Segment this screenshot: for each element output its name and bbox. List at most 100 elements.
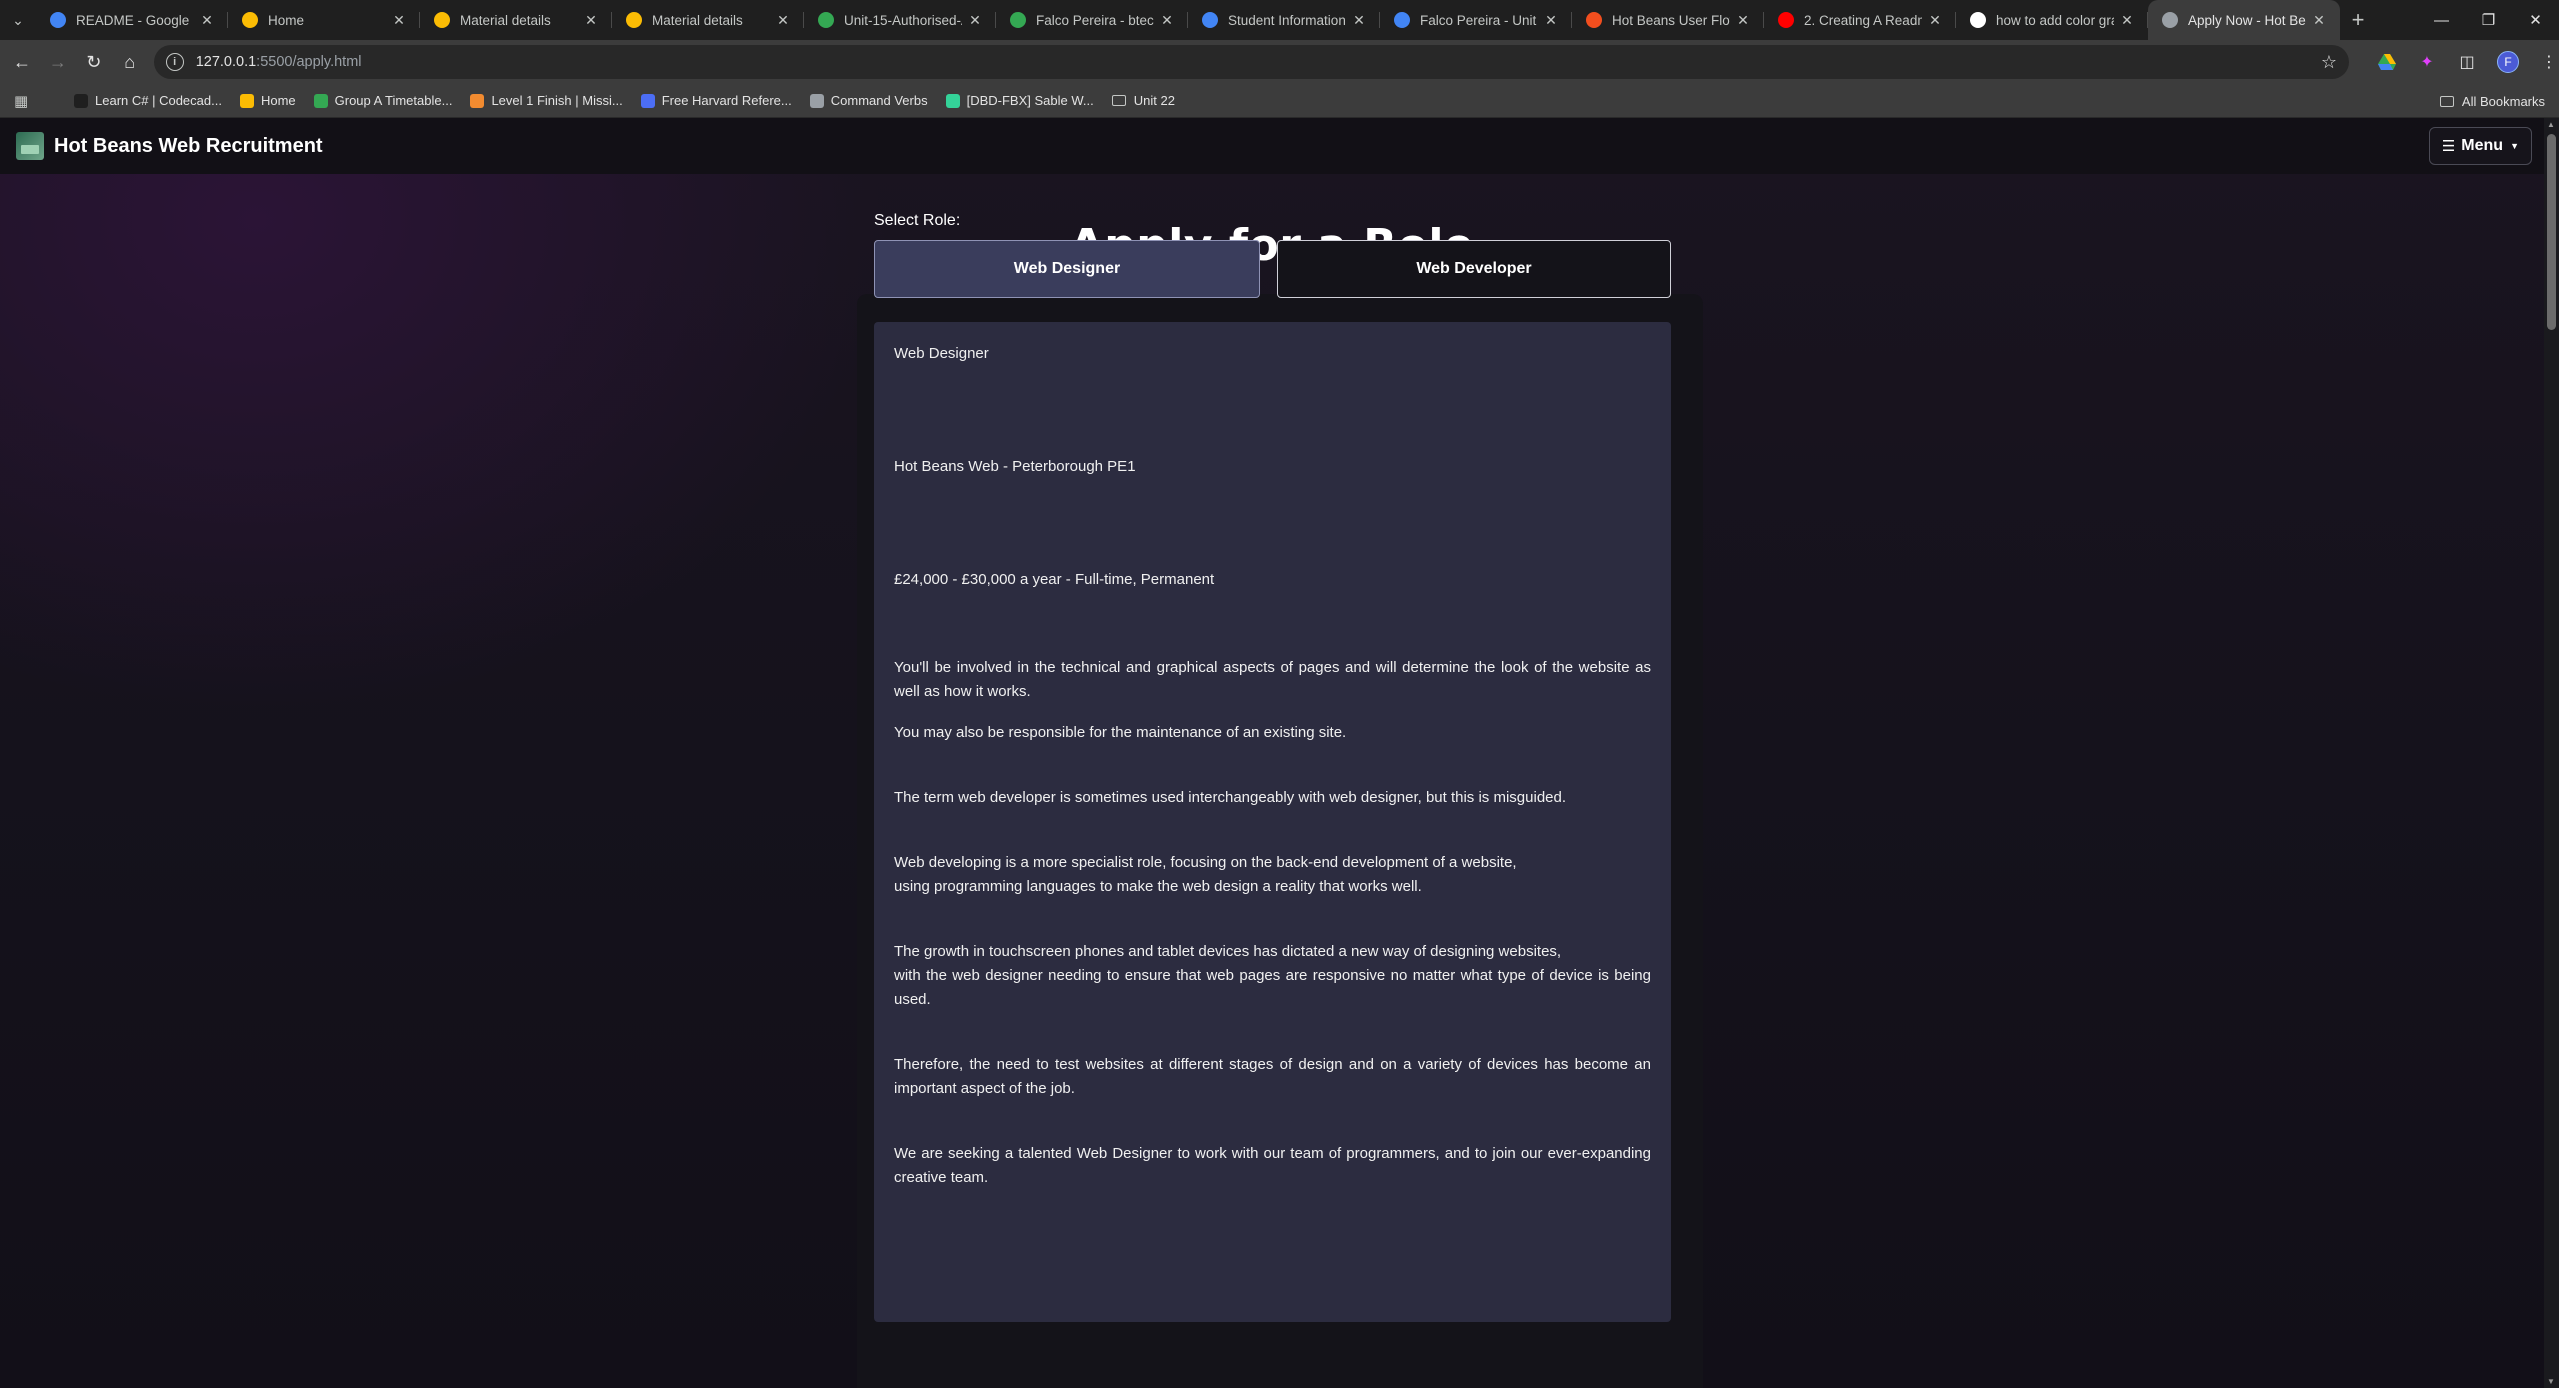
minimize-icon[interactable]: — bbox=[2418, 0, 2465, 40]
tab-close-icon[interactable]: ✕ bbox=[1734, 12, 1752, 29]
bookmark-item[interactable]: Home bbox=[239, 93, 296, 108]
address-bar[interactable]: i 127.0.0.1:5500/apply.html ☆ bbox=[153, 45, 2349, 79]
tab-favicon-icon bbox=[434, 12, 450, 28]
tab[interactable]: Material details ✕ bbox=[420, 0, 612, 40]
tab-list: README - Google Do✕Home✕Material details… bbox=[36, 0, 2340, 40]
bookmarks-bar: ▦ Learn C# | Codecad... Home Group A Timet… bbox=[0, 84, 2559, 118]
scrollbar-thumb[interactable] bbox=[2547, 134, 2556, 330]
close-window-icon[interactable]: ✕ bbox=[2512, 0, 2559, 40]
page-scrollbar[interactable]: ▲ ▼ bbox=[2544, 118, 2559, 1388]
back-arrow-icon[interactable]: ← bbox=[4, 44, 40, 80]
tab-title: Material details bbox=[652, 12, 743, 28]
tab[interactable]: Hot Beans User Flow -✕ bbox=[1572, 0, 1764, 40]
tab-title: Falco Pereira - Unit 15 bbox=[1420, 12, 1538, 28]
bookmark-favicon-icon bbox=[809, 93, 824, 108]
page-viewport: Hot Beans Web Recruitment ☰ Menu ▼ Apply… bbox=[0, 118, 2559, 1388]
window-controls: — ❐ ✕ bbox=[2418, 0, 2559, 40]
profile-avatar[interactable]: F bbox=[2497, 51, 2519, 73]
tab-close-icon[interactable]: ✕ bbox=[2118, 12, 2136, 29]
tab-close-icon[interactable]: ✕ bbox=[1350, 12, 1368, 29]
tab-strip: ⌄ README - Google Do✕Home✕Material detai… bbox=[0, 0, 2559, 40]
tab-close-icon[interactable]: ✕ bbox=[774, 12, 792, 29]
description-line: Web developing is a more specialist role… bbox=[894, 854, 1517, 871]
tab[interactable]: Falco Pereira - Unit 15✕ bbox=[1380, 0, 1572, 40]
hot-beans-logo-icon[interactable] bbox=[16, 132, 44, 160]
description-line: The growth in touchscreen phones and tab… bbox=[894, 943, 1562, 960]
browser-toolbar: ← → ↻ ⌂ i 127.0.0.1:5500/apply.html ☆ ✦ … bbox=[0, 40, 2559, 84]
bookmark-label: Level 1 Finish | Missi... bbox=[491, 93, 623, 108]
menu-button[interactable]: ☰ Menu ▼ bbox=[2428, 127, 2532, 165]
scroll-up-arrow-icon[interactable]: ▲ bbox=[2547, 120, 2555, 129]
role-web-developer-button[interactable]: Web Developer bbox=[1277, 240, 1671, 298]
site-navbar: Hot Beans Web Recruitment ☰ Menu ▼ bbox=[0, 118, 2544, 174]
description-paragraph: You may also be responsible for the main… bbox=[894, 724, 1347, 741]
tab[interactable]: Home ✕ bbox=[228, 0, 420, 40]
browser-menu-kebab-icon[interactable]: ⋮ bbox=[2539, 52, 2559, 72]
tab-close-icon[interactable]: ✕ bbox=[582, 12, 600, 29]
bookmark-item[interactable]: Free Harvard Refere... bbox=[640, 93, 792, 108]
select-role-label: Select Role: bbox=[874, 212, 961, 229]
bookmark-item[interactable]: Level 1 Finish | Missi... bbox=[470, 93, 623, 108]
tab[interactable]: Unit-15-Authorised-A ✕ bbox=[804, 0, 996, 40]
description-line: using programming languages to make the … bbox=[894, 878, 1422, 895]
tab-favicon-icon bbox=[1202, 12, 1218, 28]
tab-title: Hot Beans User Flow - bbox=[1612, 12, 1730, 28]
url-host: 127.0.0.1 bbox=[195, 54, 257, 70]
forward-arrow-icon[interactable]: → bbox=[40, 44, 76, 80]
tab-close-icon[interactable]: ✕ bbox=[1926, 12, 1944, 29]
tab-close-icon[interactable]: ✕ bbox=[1158, 12, 1176, 29]
extensions-puzzle-icon[interactable]: ◫ bbox=[2457, 52, 2477, 72]
role-web-designer-button[interactable]: Web Designer bbox=[874, 240, 1260, 298]
caret-down-icon: ▼ bbox=[2510, 141, 2519, 151]
restore-icon[interactable]: ❐ bbox=[2465, 0, 2512, 40]
role-description-panel: Web Designer Hot Beans Web - Peterboroug… bbox=[874, 322, 1671, 1322]
bookmark-item[interactable]: [DBD-FBX] Sable W... bbox=[945, 93, 1094, 108]
color-extension-icon[interactable]: ✦ bbox=[2417, 52, 2437, 72]
new-tab-plus-icon[interactable]: + bbox=[2340, 7, 2376, 33]
bookmark-item[interactable]: Command Verbs bbox=[809, 93, 928, 108]
tab[interactable]: 2. Creating A Readme✕ bbox=[1764, 0, 1956, 40]
description-paragraph: The term web developer is sometimes used… bbox=[894, 789, 1567, 806]
tab[interactable]: how to add color grad ✕ bbox=[1956, 0, 2148, 40]
all-bookmarks-label: All Bookmarks bbox=[2461, 93, 2545, 109]
description-paragraph: The growth in touchscreen phones and tab… bbox=[894, 940, 1651, 1012]
tab[interactable]: README - Google Do✕ bbox=[36, 0, 228, 40]
apps-grid-icon[interactable]: ▦ bbox=[14, 92, 36, 110]
bookmark-star-icon[interactable]: ☆ bbox=[2321, 52, 2337, 73]
tab[interactable]: Material details ✕ bbox=[612, 0, 804, 40]
bookmark-label: Group A Timetable... bbox=[334, 93, 453, 108]
home-icon[interactable]: ⌂ bbox=[112, 44, 148, 80]
description-paragraph: You'll be involved in the technical and … bbox=[894, 659, 1651, 700]
tab-title: Apply Now - Hot Bean bbox=[2188, 12, 2306, 28]
bookmark-label: Learn C# | Codecad... bbox=[95, 93, 222, 108]
site-info-icon[interactable]: i bbox=[165, 53, 184, 71]
reload-icon[interactable]: ↻ bbox=[76, 44, 112, 80]
site-brand[interactable]: Hot Beans Web Recruitment bbox=[54, 135, 323, 158]
tab-title: Home bbox=[268, 12, 305, 28]
bookmark-item[interactable]: Learn C# | Codecad... bbox=[74, 93, 222, 108]
tab[interactable]: Falco Pereira - btec-as✕ bbox=[996, 0, 1188, 40]
menu-label: Menu bbox=[2461, 137, 2504, 154]
tab-close-icon[interactable]: ✕ bbox=[966, 12, 984, 29]
bookmark-item[interactable]: Group A Timetable... bbox=[313, 93, 453, 108]
all-bookmarks[interactable]: All Bookmarks bbox=[2439, 84, 2545, 118]
bookmark-item[interactable]: Unit 22 bbox=[1111, 93, 1175, 108]
tab-title: Material details bbox=[460, 12, 551, 28]
tab-favicon-icon bbox=[1586, 12, 1602, 28]
bookmark-favicon-icon bbox=[313, 93, 328, 108]
tab-title: README - Google Do bbox=[76, 12, 194, 28]
tab-close-icon[interactable]: ✕ bbox=[390, 12, 408, 29]
tab-close-icon[interactable]: ✕ bbox=[1542, 12, 1560, 29]
description-company-location: Hot Beans Web - Peterborough PE1 bbox=[894, 458, 1136, 475]
description-paragraph: Therefore, the need to test websites at … bbox=[894, 1056, 1651, 1097]
tab-favicon-icon bbox=[1010, 12, 1026, 28]
scroll-down-arrow-icon[interactable]: ▼ bbox=[2547, 1377, 2555, 1386]
bookmark-label: Free Harvard Refere... bbox=[661, 93, 792, 108]
tab-close-icon[interactable]: ✕ bbox=[198, 12, 216, 29]
tab[interactable]: Student Information Sh✕ bbox=[1188, 0, 1380, 40]
tab-active[interactable]: Apply Now - Hot Bean✕ bbox=[2148, 0, 2340, 40]
page-title: Apply for a Role bbox=[1069, 220, 1475, 271]
google-drive-icon[interactable] bbox=[2377, 52, 2397, 72]
tab-close-icon[interactable]: ✕ bbox=[2310, 12, 2328, 29]
tab-search-chevron-icon[interactable]: ⌄ bbox=[0, 0, 36, 40]
